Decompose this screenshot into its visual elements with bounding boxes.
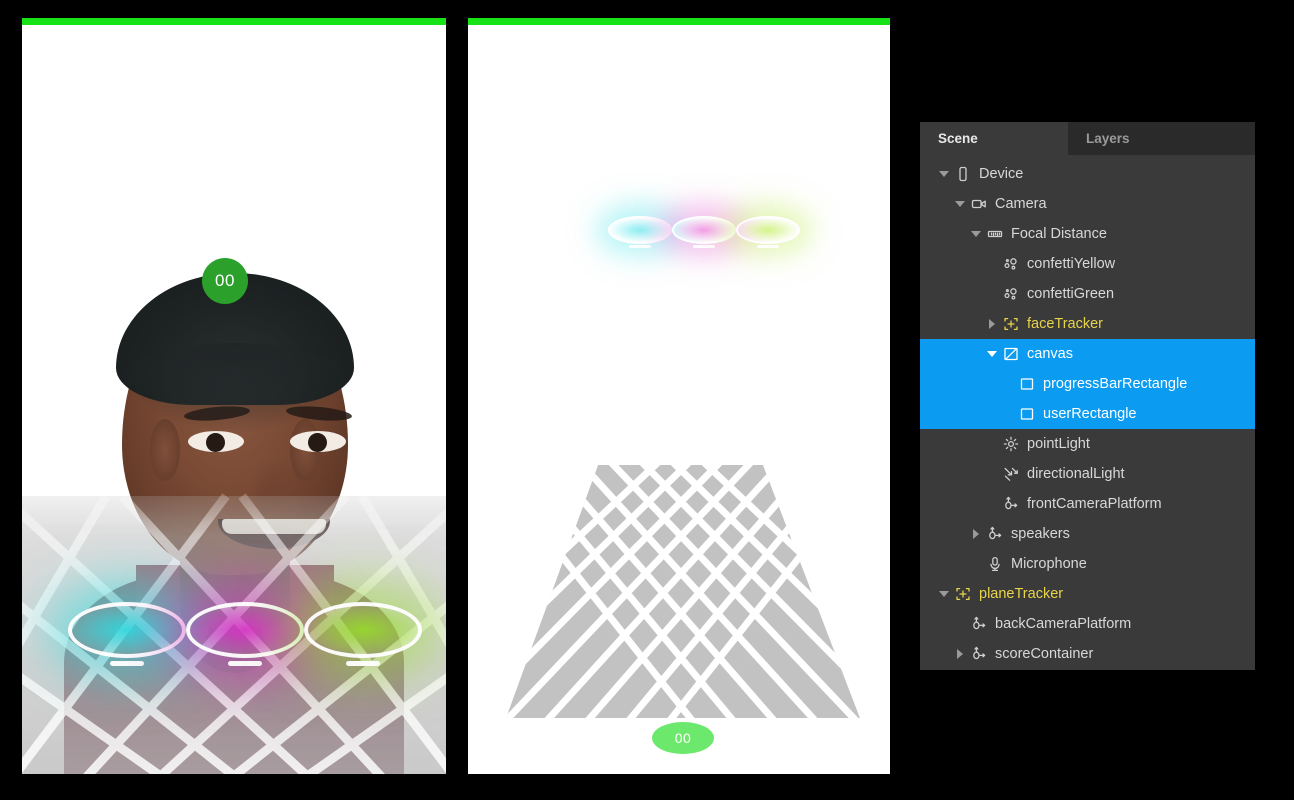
tree-item-speakers[interactable]: speakers (920, 519, 1255, 549)
chevron-down-icon[interactable] (968, 219, 984, 249)
twisty-placeholder (1000, 369, 1016, 399)
back-camera-preview[interactable] (468, 18, 890, 774)
tree-item-userRectangle[interactable]: userRectangle (920, 399, 1255, 429)
null-object-icon (968, 609, 990, 639)
pad-cyan[interactable] (68, 602, 186, 658)
tree-item-label: canvas (1027, 346, 1073, 362)
tracker-icon (1000, 309, 1022, 339)
null-object-icon (1000, 489, 1022, 519)
tree-item-label: directionalLight (1027, 466, 1125, 482)
tree-item-faceTracker[interactable]: faceTracker (920, 309, 1255, 339)
eye-right (290, 431, 346, 452)
null-object-icon (968, 639, 990, 669)
tree-item-progressBarRectangle[interactable]: progressBarRectangle (920, 369, 1255, 399)
tree-item-label: backCameraPlatform (995, 616, 1132, 632)
tree-item-label: faceTracker (1027, 316, 1104, 332)
chevron-right-icon[interactable] (984, 309, 1000, 339)
tree-item-label: progressBarRectangle (1043, 376, 1188, 392)
twisty-placeholder (984, 279, 1000, 309)
particles-icon (1000, 249, 1022, 279)
rhythm-pads-front (22, 602, 446, 692)
tree-item-Microphone[interactable]: Microphone (920, 549, 1255, 579)
tree-item-label: speakers (1011, 526, 1070, 542)
rectangle-icon (1016, 369, 1038, 399)
device-icon (952, 159, 974, 189)
chevron-right-icon[interactable] (952, 639, 968, 669)
tree-item-label: confettiYellow (1027, 256, 1116, 272)
tree-item-label: Camera (995, 196, 1047, 212)
directional-light-icon (1000, 459, 1022, 489)
progress-bar-front (22, 18, 446, 25)
nose (250, 459, 296, 515)
chevron-right-icon[interactable] (968, 519, 984, 549)
app-root: 00 00 Scene Layers Device Camera Focal D… (0, 0, 1294, 800)
tree-item-planeTracker[interactable]: planeTracker (920, 579, 1255, 609)
tree-item-confettiYellow[interactable]: confettiYellow (920, 249, 1255, 279)
tree-item-label: confettiGreen (1027, 286, 1115, 302)
ar-plane-grid-back (506, 465, 860, 718)
focal-distance-icon (984, 219, 1006, 249)
rectangle-icon (1016, 399, 1038, 429)
tree-item-label: frontCameraPlatform (1027, 496, 1162, 512)
chevron-down-icon[interactable] (984, 339, 1000, 369)
tree-item-canvas[interactable]: canvas (920, 339, 1255, 369)
twisty-placeholder (984, 459, 1000, 489)
scene-panel: Scene Layers Device Camera Focal Distance c… (920, 122, 1255, 670)
tree-item-label: pointLight (1027, 436, 1090, 452)
chevron-down-icon[interactable] (936, 159, 952, 189)
tree-item-frontCameraPlatform[interactable]: frontCameraPlatform (920, 489, 1255, 519)
tab-layers[interactable]: Layers (1068, 122, 1255, 155)
tree-item-label: planeTracker (979, 586, 1064, 602)
eye-left (188, 431, 244, 452)
tree-item-pointLight[interactable]: pointLight (920, 429, 1255, 459)
ear-left (150, 419, 180, 481)
tree-item-label: userRectangle (1043, 406, 1137, 422)
tree-item-directionalLight[interactable]: directionalLight (920, 459, 1255, 489)
twisty-placeholder (984, 429, 1000, 459)
scene-tree: Device Camera Focal Distance confettiYellow… (920, 155, 1255, 669)
tree-item-confettiGreen[interactable]: confettiGreen (920, 279, 1255, 309)
twisty-placeholder (984, 489, 1000, 519)
tree-item-backCameraPlatform[interactable]: backCameraPlatform (920, 609, 1255, 639)
pad-magenta[interactable] (186, 602, 304, 658)
chevron-down-icon[interactable] (936, 579, 952, 609)
tree-item-Focal Distance[interactable]: Focal Distance (920, 219, 1255, 249)
tree-item-label: Focal Distance (1011, 226, 1107, 242)
score-badge-front: 00 (202, 258, 248, 304)
tracker-icon (952, 579, 974, 609)
microphone-icon (984, 549, 1006, 579)
twisty-placeholder (952, 609, 968, 639)
twisty-placeholder (968, 549, 984, 579)
tab-scene[interactable]: Scene (920, 122, 1068, 155)
camera-icon (968, 189, 990, 219)
teeth (222, 519, 326, 534)
mouth (218, 519, 330, 549)
twisty-placeholder (1000, 399, 1016, 429)
score-badge-back: 00 (652, 722, 714, 754)
panel-tabs: Scene Layers (920, 122, 1255, 155)
tree-item-Device[interactable]: Device (920, 159, 1255, 189)
front-camera-preview[interactable] (22, 18, 446, 774)
tree-item-label: Device (979, 166, 1024, 182)
tree-item-Camera[interactable]: Camera (920, 189, 1255, 219)
tree-item-scoreContainer[interactable]: scoreContainer (920, 639, 1255, 669)
twisty-placeholder (984, 249, 1000, 279)
chevron-down-icon[interactable] (952, 189, 968, 219)
canvas-icon (1000, 339, 1022, 369)
tree-item-label: Microphone (1011, 556, 1087, 572)
null-object-icon (984, 519, 1006, 549)
progress-bar-back (468, 18, 890, 25)
point-light-icon (1000, 429, 1022, 459)
tree-item-label: scoreContainer (995, 646, 1094, 662)
pad-lime[interactable] (304, 602, 422, 658)
particles-icon (1000, 279, 1022, 309)
